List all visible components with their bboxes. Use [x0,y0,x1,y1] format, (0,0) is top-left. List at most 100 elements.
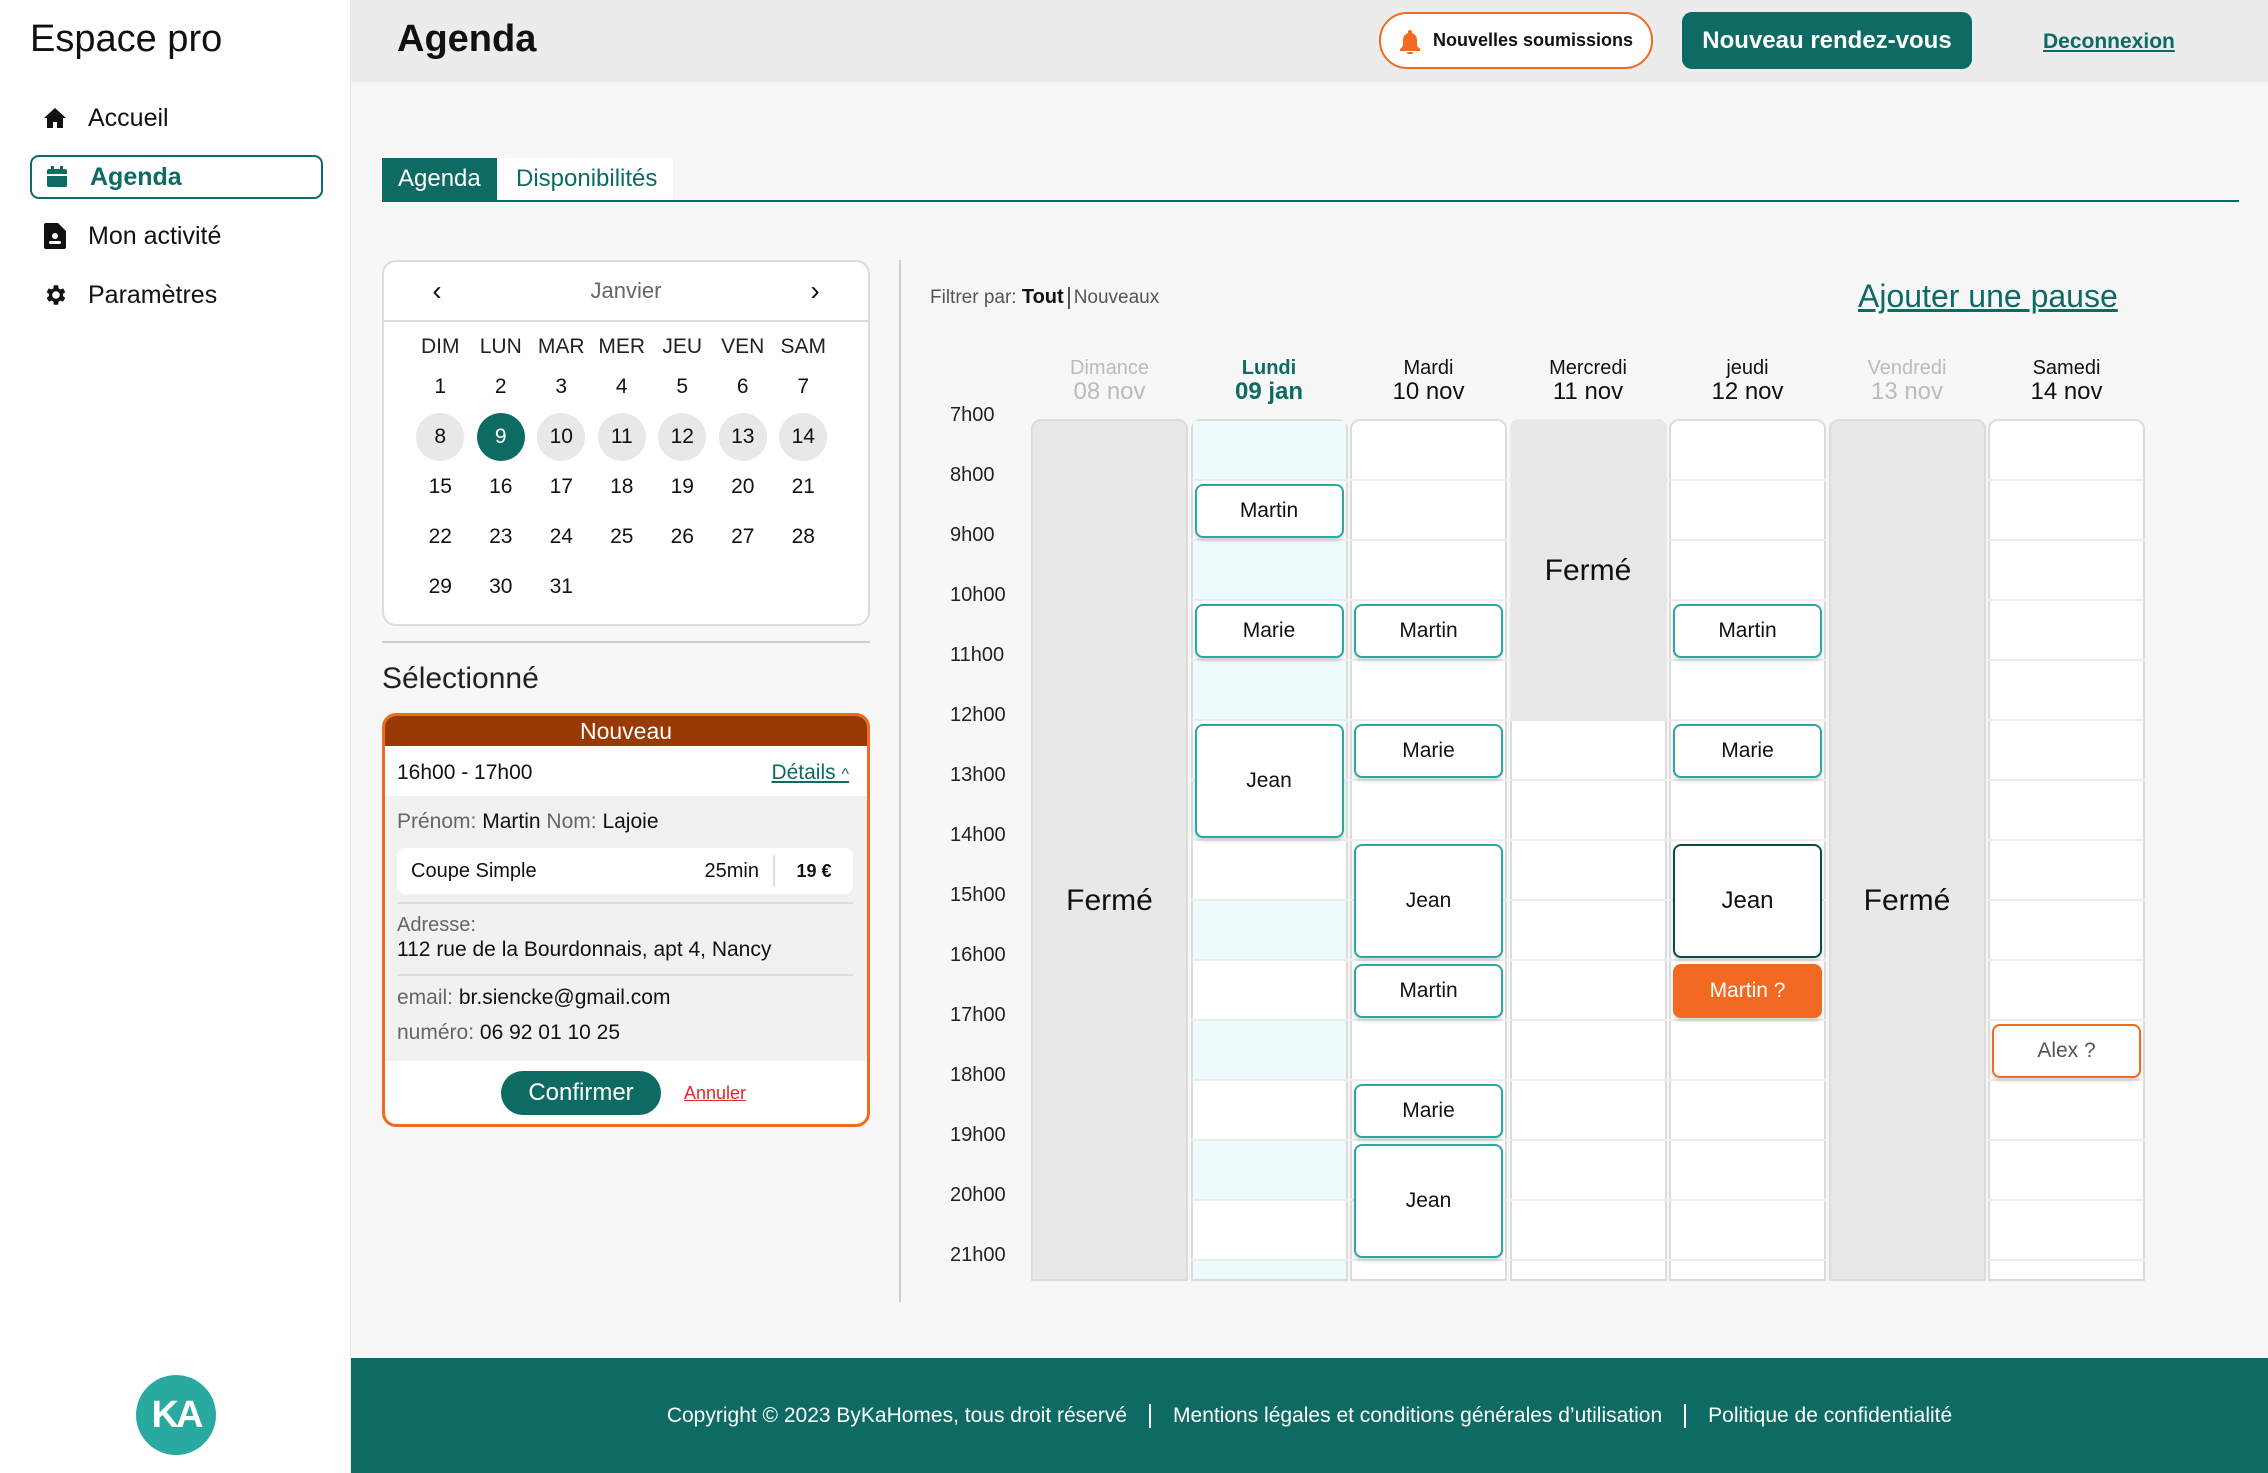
appointment-block[interactable]: Marie [1354,724,1503,778]
sidebar-item-activite[interactable]: Mon activité [30,214,323,258]
calendar-day[interactable]: 24 [537,513,585,561]
logout-link[interactable]: Deconnexion [2043,30,2175,54]
hour-line [1190,959,1348,961]
appointment-block[interactable]: Jean [1354,844,1503,958]
hour-line [1350,599,1507,601]
calendar-day[interactable]: 15 [416,463,464,511]
calendar-day[interactable]: 16 [477,463,525,511]
calendar-day[interactable]: 13 [718,413,767,461]
appointment-block[interactable]: Martin [1354,604,1503,658]
filter-option-new[interactable]: Nouveaux [1074,287,1160,308]
appointment-block[interactable]: Jean [1354,1144,1503,1258]
calendar-day[interactable]: 14 [779,413,828,461]
add-pause-link[interactable]: Ajouter une pause [1858,278,2118,315]
calendar-day[interactable]: 30 [477,563,525,611]
calendar-day[interactable]: 1 [416,363,464,411]
calendar-day[interactable]: 25 [598,513,646,561]
calendar-day[interactable]: 23 [477,513,525,561]
sidebar-item-agenda[interactable]: Agenda [30,155,323,199]
calendar-day[interactable]: 8 [416,413,465,461]
appointment-block[interactable]: Martin ? [1673,964,1822,1018]
calendar-day[interactable]: 17 [537,463,585,511]
calendar-day[interactable]: 31 [537,563,585,611]
hour-line [1988,479,2145,481]
calendar-day[interactable]: 22 [416,513,464,561]
new-submissions-button[interactable]: Nouvelles soumissions [1379,12,1653,69]
calendar-day[interactable]: 3 [537,363,585,411]
calendar-day[interactable]: 10 [537,413,586,461]
appointment-block[interactable]: Marie [1194,604,1344,658]
calendar-day[interactable]: 29 [416,563,464,611]
calendar-cell: 15 [410,463,471,511]
calendar-day[interactable]: 19 [658,463,706,511]
calendar-day[interactable]: 28 [779,513,827,561]
hour-line [1190,1139,1348,1141]
day-column[interactable]: Martin Marie Jean Martin ? [1669,419,1826,1281]
tab-agenda[interactable]: Agenda [382,158,497,200]
service-price: 19 € [773,855,853,887]
top-bar: Agenda Nouvelles soumissions Nouveau ren… [351,0,2268,82]
hour-line [1988,599,2145,601]
calendar-cell: 1 [410,363,471,411]
day-column[interactable]: Fermé [1031,419,1188,1281]
day-column[interactable]: Martin Marie Jean [1190,419,1348,1281]
calendar-cell: 31 [531,563,592,611]
day-column[interactable]: Fermé [1509,419,1667,1281]
weekday-label: VEN [721,335,765,358]
hour-line [1509,899,1667,901]
confirm-button[interactable]: Confirmer [501,1071,661,1115]
home-icon [42,105,68,131]
day-date: 11 nov [1552,378,1624,405]
calendar-cell: 7 [773,363,834,411]
footer-legal-link[interactable]: Mentions légales et conditions générales… [1173,1404,1662,1428]
filter-option-all[interactable]: Tout [1022,286,1064,308]
calendar-cell: 6 [713,363,774,411]
hour-line [1509,779,1667,781]
appointment-block[interactable]: Jean [1673,844,1822,958]
sidebar-item-parametres[interactable]: Paramètres [30,273,323,317]
sidebar-item-accueil[interactable]: Accueil [30,96,323,140]
day-header: Mercredi 11 nov [1510,356,1667,404]
appointment-block[interactable]: Jean [1194,724,1344,838]
calendar-day[interactable]: 20 [719,463,767,511]
calendar-grid: DIM LUN MAR MER JEU VEN SAM 1 2 3 4 5 6 7 8 9 10 11 12 13 14… [410,332,870,612]
calendar-day[interactable]: 11 [597,413,646,461]
appointment-block[interactable]: Martin [1354,964,1503,1018]
calendar-day[interactable]: 12 [658,413,707,461]
calendar-day[interactable]: 6 [719,363,767,411]
calendar-day[interactable]: 7 [779,363,827,411]
hour-line [1350,719,1507,721]
day-column[interactable]: Alex ? [1988,419,2145,1281]
calendar-day[interactable]: 21 [779,463,827,511]
calendar-day[interactable]: 26 [658,513,706,561]
calendar-week: 15 16 17 18 19 20 21 [410,462,870,512]
chevron-right-icon[interactable]: › [800,275,830,306]
appointment-block[interactable]: Marie [1673,724,1822,778]
appointment-block[interactable]: Martin [1673,604,1822,658]
calendar-day[interactable]: 5 [658,363,706,411]
tab-disponibilites[interactable]: Disponibilités [500,158,674,200]
calendar-day[interactable]: 4 [598,363,646,411]
calendar-cell: 14 [773,413,834,461]
hour-line [1350,659,1507,661]
new-appointment-button[interactable]: Nouveau rendez-vous [1682,12,1972,69]
appointment-block[interactable]: Marie [1354,1084,1503,1138]
day-column[interactable]: Fermé [1828,419,1986,1281]
calendar-day[interactable]: 18 [598,463,646,511]
footer-privacy-link[interactable]: Politique de confidentialité [1708,1404,1952,1428]
cancel-button[interactable]: Annuler [684,1083,746,1104]
divider [382,641,870,643]
hour-line [1669,719,1826,721]
calendar-day[interactable]: 27 [719,513,767,561]
calendar-day[interactable]: 2 [477,363,525,411]
last-name-label: Nom: [546,810,597,833]
day-column[interactable]: Martin Marie Jean Martin Marie Jean [1350,419,1507,1281]
day-date: 10 nov [1392,378,1465,405]
first-name: Martin [482,810,541,833]
appointment-block[interactable]: Martin [1194,484,1344,538]
hour-line [1190,899,1348,901]
details-toggle[interactable]: Détails ^ [771,761,849,785]
appointment-block[interactable]: Alex ? [1992,1024,2141,1078]
calendar-day[interactable]: 9 [476,413,525,461]
selected-title: Sélectionné [382,662,539,695]
